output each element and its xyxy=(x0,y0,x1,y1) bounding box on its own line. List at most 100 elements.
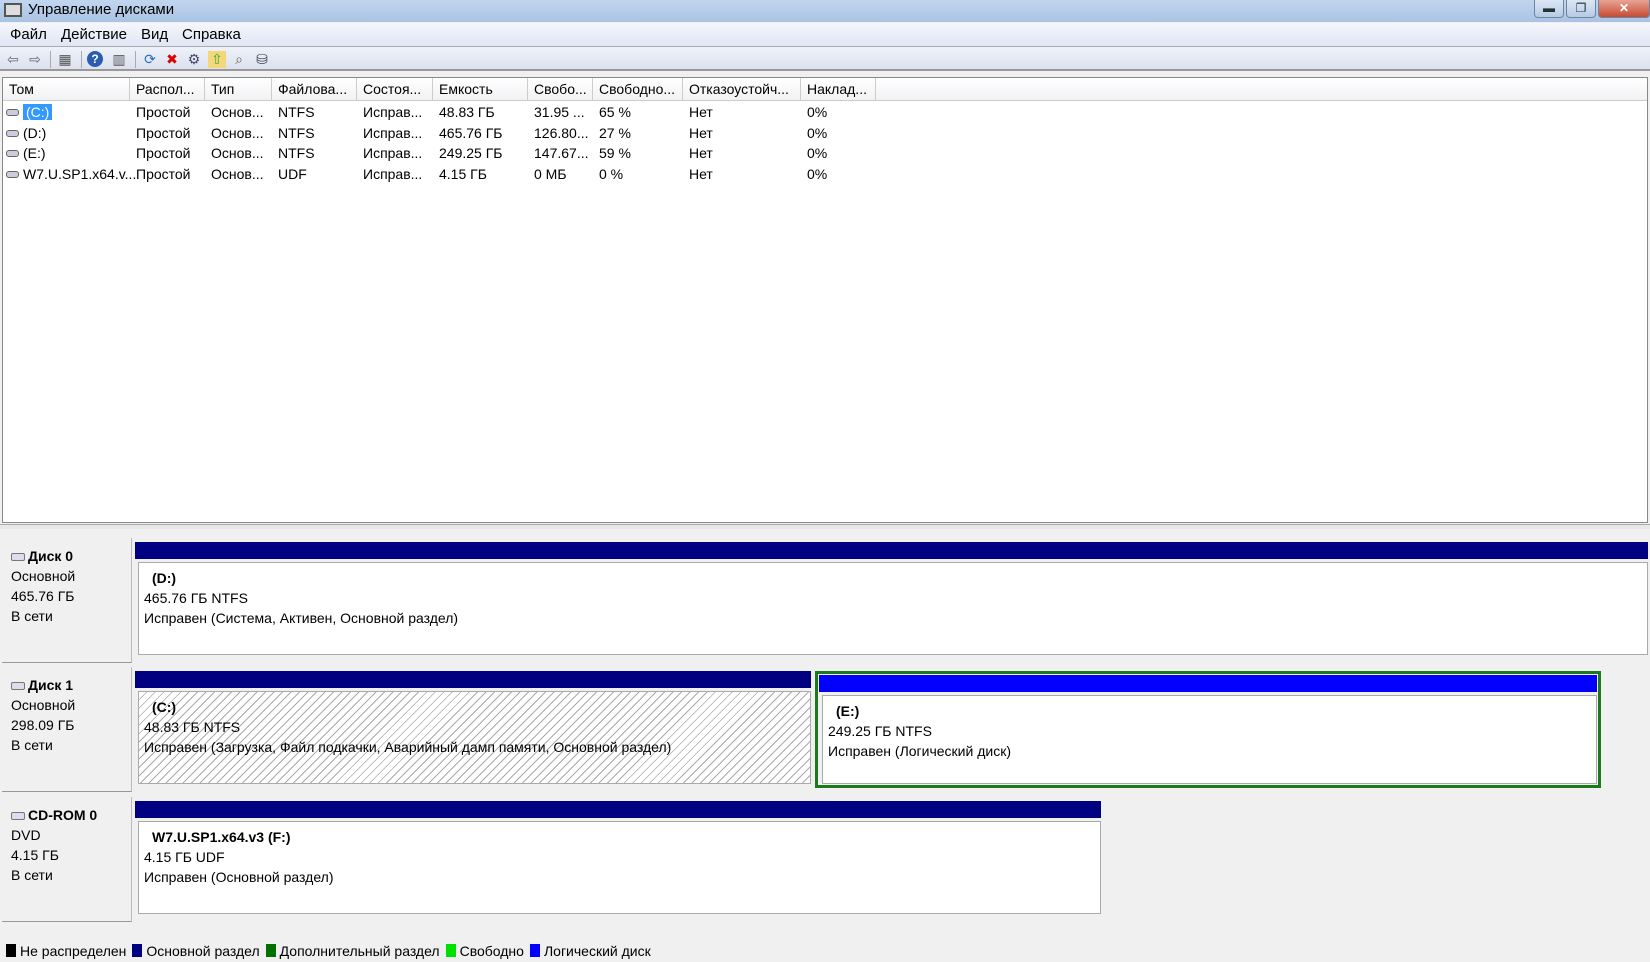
cell-text: Простой xyxy=(136,124,191,141)
cell-text: 48.83 ГБ xyxy=(439,104,495,120)
minimize-button[interactable]: ▬ xyxy=(1534,0,1564,18)
disk-status: В сети xyxy=(11,608,53,624)
cell-text: Нет xyxy=(689,124,713,141)
restore-button[interactable]: ❐ xyxy=(1566,0,1596,18)
properties-icon[interactable]: ⚙ xyxy=(185,51,203,68)
table-cell: 0 % xyxy=(593,166,683,186)
disk-label-2[interactable]: CD-ROM 0 DVD 4.15 ГБ В сети xyxy=(2,797,132,922)
table-cell: Нет xyxy=(683,166,801,186)
forward-icon[interactable]: ⇨ xyxy=(26,51,44,68)
menu-action[interactable]: Действие xyxy=(61,26,127,43)
partition[interactable]: (C:) 48.83 ГБ NTFS Исправен (Загрузка, Ф… xyxy=(135,671,811,788)
partition-bar xyxy=(819,675,1597,692)
cell-text: Основ... xyxy=(211,124,264,141)
table-cell: Основ... xyxy=(205,145,272,165)
table-cell: UDF xyxy=(272,166,357,186)
table-row[interactable]: (C:) Простой Основ... NTFS Исправ... 48.83 ГБ… xyxy=(3,103,1647,123)
table-cell: Основ... xyxy=(205,104,272,124)
table-cell: Исправ... xyxy=(357,145,433,165)
partition-bar xyxy=(135,801,1101,818)
table-row[interactable]: (E:) Простой Основ... NTFS Исправ... 249.25 Г… xyxy=(3,144,1647,164)
column-header-overhead[interactable]: Наклад... xyxy=(801,78,876,101)
cell-text: 0% xyxy=(807,145,828,161)
disk-icon xyxy=(11,682,25,690)
column-header-capacity[interactable]: Емкость xyxy=(433,78,528,101)
table-row[interactable]: (D:) Простой Основ... NTFS Исправ... 465.76 Г… xyxy=(3,124,1647,144)
partition-size: 465.76 ГБ NTFS xyxy=(144,590,248,606)
delete-icon[interactable]: ✖ xyxy=(163,51,181,68)
column-header-volume[interactable]: Том xyxy=(3,78,130,101)
partition[interactable]: (D:) 465.76 ГБ NTFS Исправен (Система, А… xyxy=(135,542,1648,659)
table-cell: W7.U.SP1.x64.v... xyxy=(3,166,136,186)
partition[interactable]: W7.U.SP1.x64.v3 (F:) 4.15 ГБ UDF Исправе… xyxy=(135,801,1101,918)
partition-size: 4.15 ГБ UDF xyxy=(144,849,225,865)
back-icon[interactable]: ⇦ xyxy=(4,51,22,68)
partition-status: Исправен (Загрузка, Файл подкачки, Авари… xyxy=(144,739,672,755)
partition-bar xyxy=(135,542,1648,559)
drive-icon xyxy=(6,150,19,157)
cell-text: Исправ... xyxy=(363,145,423,161)
legend-label: Логический диск xyxy=(543,943,651,959)
search-icon[interactable]: ⌕ xyxy=(230,51,248,68)
column-header-free-percent[interactable]: Свободно... xyxy=(593,78,683,101)
menu-help[interactable]: Справка xyxy=(182,26,241,43)
disk-type: Основной xyxy=(11,697,76,713)
table-cell: 126.80... xyxy=(528,125,593,145)
cell-text: Простой xyxy=(136,104,191,120)
partition-name: (D:) xyxy=(152,570,177,586)
close-button[interactable]: ✕ xyxy=(1598,0,1650,18)
table-cell: 0% xyxy=(801,104,876,124)
partition-name: (E:) xyxy=(836,703,860,719)
column-header-filler xyxy=(876,78,1647,101)
help-icon[interactable]: ? xyxy=(87,51,103,67)
column-header-filesystem[interactable]: Файлова... xyxy=(272,78,357,101)
table-cell: 147.67... xyxy=(528,145,593,165)
refresh-icon[interactable]: ⟳ xyxy=(141,51,159,68)
disk-label-1[interactable]: Диск 1 Основной 298.09 ГБ В сети xyxy=(2,667,132,792)
cell-text: (E:) xyxy=(23,145,46,161)
console-tree-icon[interactable]: ▦ xyxy=(56,51,74,68)
table-row[interactable]: W7.U.SP1.x64.v... Простой Основ... UDF Испра… xyxy=(3,165,1647,185)
cell-text: 65 % xyxy=(599,104,631,120)
partition-details: W7.U.SP1.x64.v3 (F:) 4.15 ГБ UDF Исправе… xyxy=(138,821,1101,914)
partition-name: (C:) xyxy=(152,699,177,715)
disk-icon xyxy=(11,553,25,561)
table-cell: Исправ... xyxy=(357,166,433,186)
table-cell: Основ... xyxy=(205,166,272,186)
menu-file[interactable]: Файл xyxy=(10,26,47,43)
table-cell: 465.76 ГБ xyxy=(433,125,528,145)
table-cell: NTFS xyxy=(272,145,357,165)
action-pane-icon[interactable]: ▥ xyxy=(110,51,128,68)
cell-text: UDF xyxy=(278,165,307,182)
drive-icon xyxy=(6,109,19,116)
cell-text: Нет xyxy=(689,104,713,120)
cell-text: 0% xyxy=(807,165,828,182)
column-header-fault-tolerance[interactable]: Отказоустойч... xyxy=(683,78,801,101)
table-cell: Нет xyxy=(683,145,801,165)
table-cell: Исправ... xyxy=(357,104,433,124)
cell-text: 147.67... xyxy=(534,145,589,161)
cell-text: (C:) xyxy=(23,104,53,120)
export-icon[interactable]: ⇧ xyxy=(208,51,226,68)
partition-size: 48.83 ГБ NTFS xyxy=(144,719,241,735)
table-cell: NTFS xyxy=(272,104,357,124)
title-bar: Управление дисками ▬ ❐ ✕ xyxy=(0,0,1650,22)
disk-status: В сети xyxy=(11,737,53,753)
column-header-type[interactable]: Тип xyxy=(205,78,272,101)
disk-status: В сети xyxy=(11,867,53,883)
disk-label-0[interactable]: Диск 0 Основной 465.76 ГБ В сети xyxy=(2,538,132,663)
column-header-status[interactable]: Состоя... xyxy=(357,78,433,101)
drive-icon xyxy=(6,129,19,137)
cell-text: 126.80... xyxy=(534,124,589,141)
cell-text: Нет xyxy=(689,165,713,182)
menu-bar: Файл Действие Вид Справка xyxy=(0,23,1650,47)
menu-view[interactable]: Вид xyxy=(141,26,168,43)
table-cell: 0% xyxy=(801,166,876,186)
cell-text: 31.95 ... xyxy=(534,104,585,120)
column-header-layout[interactable]: Распол... xyxy=(130,78,205,101)
column-header-free-space[interactable]: Свобо... xyxy=(528,78,593,101)
partition-name: W7.U.SP1.x64.v3 (F:) xyxy=(152,829,291,845)
table-cell: 31.95 ... xyxy=(528,104,593,124)
rescan-icon[interactable]: ⛁ xyxy=(253,51,271,68)
partition[interactable]: (E:) 249.25 ГБ NTFS Исправен (Логический… xyxy=(815,671,1601,788)
